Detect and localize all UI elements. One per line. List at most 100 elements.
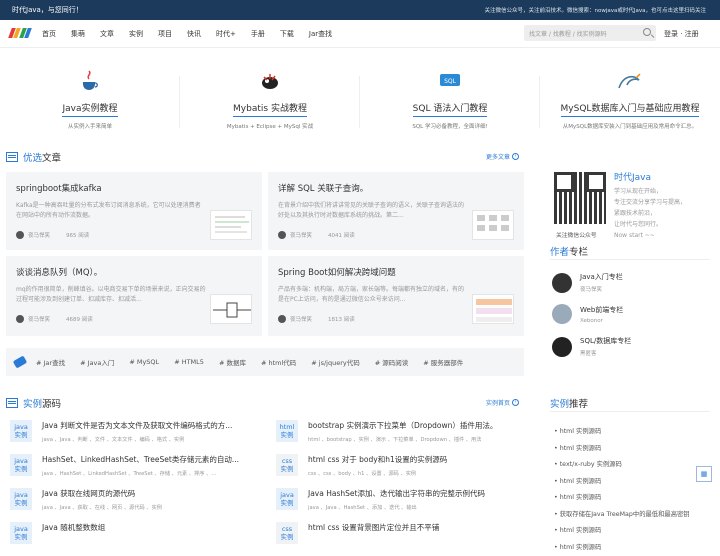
article-title[interactable]: Spring Boot如何解决跨域问题 — [278, 266, 514, 278]
column-name[interactable]: SQL/数据库专栏 — [580, 336, 631, 346]
author-column-item[interactable]: Java入门专栏夜马悍笑 — [552, 272, 623, 293]
login-register-link[interactable]: 登录 · 注册 — [664, 29, 699, 39]
tag-link[interactable]: # HTML5 — [174, 358, 204, 366]
article-card[interactable]: 详解 SQL 关联子查询。 在背景介绍中我们将讲讲常见的关联子查询的语义，关联子… — [268, 172, 524, 250]
avatar — [552, 273, 572, 293]
tag-link[interactable]: # Java入门 — [80, 357, 114, 367]
source-title[interactable]: html css 对于 body和h1设置的实例源码 — [308, 454, 447, 465]
wechat-notice[interactable]: 关注微信公众号，关注前沿技术。微信搜索：nowjava或时代Java，也可点击这… — [485, 6, 707, 14]
tag-link[interactable]: # js/jquery代码 — [311, 357, 359, 367]
nav-news[interactable]: 快讯 — [187, 29, 201, 39]
avatar — [552, 337, 572, 357]
nav-articles[interactable]: 文章 — [100, 29, 114, 39]
source-title[interactable]: HashSet、LinkedHashSet、TreeSet类存储元素的自动... — [42, 454, 239, 465]
source-item[interactable]: java实例Java HashSet添加、迭代输出字符串的完整示例代码java … — [276, 488, 485, 511]
source-heading: 实例源码 — [6, 396, 61, 410]
article-title[interactable]: 详解 SQL 关联子查询。 — [278, 182, 514, 194]
recommend-item[interactable]: • text/x-ruby 实例源码 — [554, 457, 690, 474]
source-tags: java 、Java 、判断 、文件 、文本文件 、编码 、格式 、实例 — [42, 436, 232, 443]
recommend-item[interactable]: • 获取存储在Java TreeMap中的最低和最高密钥 — [554, 507, 690, 524]
tag-link[interactable]: # 源码阅读 — [375, 357, 409, 367]
heading-rest: 文章 — [42, 150, 61, 164]
article-desc: 产品有多端：机构端，局方端，家长端等。每端都有独立的域名，有的是在PC上访问，有… — [278, 285, 468, 307]
recommend-heading: 实例推荐 — [550, 396, 588, 410]
nav-examples[interactable]: 实例 — [129, 29, 143, 39]
author-name[interactable]: 夜马悍笑 — [290, 315, 312, 323]
author-column-item[interactable]: SQL/数据库专栏黑匿客 — [552, 336, 631, 357]
nav-home[interactable]: 首页 — [42, 29, 56, 39]
feature-mysql[interactable]: MySQL数据库入门与基础应用教程 从MySQL数据库安装入门到基础应用及常用命… — [540, 48, 720, 136]
heading-accent: 实例 — [23, 396, 42, 410]
source-title[interactable]: html css 设置背景图片定位并且不平铺 — [308, 522, 439, 533]
source-item[interactable]: java实例Java 判断文件是否为文本文件及获取文件编码格式的方...java… — [10, 420, 232, 443]
heading-accent: 实例 — [550, 396, 569, 410]
nav-manual[interactable]: 手册 — [251, 29, 265, 39]
tag-link[interactable]: # 服务器部件 — [423, 357, 463, 367]
article-card[interactable]: 谈谈消息队列（MQ）。 mq的作用很简单，削峰填谷。以电商交易下单的场景来说，正… — [6, 256, 262, 336]
brand-block: 时代Java 学习从现在开始， 专注交流分享学习与提高， 紧跟技术前沿， 让时代… — [614, 170, 686, 241]
source-item[interactable]: java实例Java 获取在线网页的源代码java 、Java 、获取 、在线 … — [10, 488, 162, 511]
source-section-icon — [6, 398, 18, 408]
source-item[interactable]: java实例HashSet、LinkedHashSet、TreeSet类存储元素… — [10, 454, 239, 477]
nav-projects[interactable]: 项目 — [158, 29, 172, 39]
brand-title: 时代Java — [614, 170, 686, 183]
brand-line: 专注交流分享学习与提高， — [614, 197, 686, 208]
source-title[interactable]: Java 获取在线网页的源代码 — [42, 488, 162, 499]
article-title[interactable]: 谈谈消息队列（MQ）。 — [16, 266, 252, 278]
recommend-item[interactable]: • html 实例源码 — [554, 474, 690, 491]
nav-download[interactable]: 下载 — [280, 29, 294, 39]
author-column-item[interactable]: Web前端专栏Xebonor — [552, 304, 623, 324]
tag-link[interactable]: # MySQL — [129, 358, 159, 366]
column-name[interactable]: Java入门专栏 — [580, 272, 623, 282]
tag-link[interactable]: # html代码 — [261, 357, 296, 367]
search-input[interactable]: 找文章 / 找教程 / 找实例源码 — [524, 25, 656, 41]
source-item[interactable]: html实例bootstrap 实例演示下拉菜单（Dropdown）插件用法。h… — [276, 420, 497, 443]
feature-title[interactable]: MySQL数据库入门与基础应用教程 — [561, 101, 700, 117]
source-item[interactable]: css实例html css 设置背景图片定位并且不平铺 — [276, 522, 439, 544]
nav-shidai-plus[interactable]: 时代+ — [216, 29, 236, 39]
feature-title[interactable]: Mybatis 实战教程 — [233, 101, 307, 117]
lang-badge: css实例 — [276, 454, 298, 476]
source-item[interactable]: java实例Java 随机整数数组 — [10, 522, 105, 544]
feature-title[interactable]: SQL 语法入门教程 — [413, 101, 488, 117]
source-title[interactable]: bootstrap 实例演示下拉菜单（Dropdown）插件用法。 — [308, 420, 497, 431]
tag-link[interactable]: # 数据库 — [219, 357, 246, 367]
recommend-item[interactable]: • html 实例源码 — [554, 441, 690, 458]
column-name[interactable]: Web前端专栏 — [580, 305, 623, 315]
source-title[interactable]: Java 判断文件是否为文本文件及获取文件编码格式的方... — [42, 420, 232, 431]
source-tags: css 、css 、body 、h1 、设置 、源码 、实例 — [308, 470, 447, 477]
examples-home-link[interactable]: 实例首页› — [486, 398, 519, 407]
welcome-text: 时代Java，与您同行！ — [12, 5, 83, 15]
source-item[interactable]: css实例 html css 对于 body和h1设置的实例源码 css 、css … — [276, 454, 447, 477]
recommend-list: • html 实例源码 • html 实例源码 • text/x-ruby 实例… — [554, 424, 690, 556]
search-icon[interactable] — [643, 28, 651, 36]
recommend-item[interactable]: • html 实例源码 — [554, 540, 690, 556]
arrow-right-icon: › — [512, 399, 519, 406]
nav-jimeng[interactable]: 集萌 — [71, 29, 85, 39]
tag-link[interactable]: # Jar查找 — [36, 357, 65, 367]
article-desc: mq的作用很简单，削峰填谷。以电商交易下单的场景来说，正向交易的过程可能涉及到创… — [16, 285, 206, 307]
recommend-item[interactable]: • html 实例源码 — [554, 523, 690, 540]
recommend-item[interactable]: • html 实例源码 — [554, 424, 690, 441]
recommend-item[interactable]: • html 实例源码 — [554, 490, 690, 507]
site-logo-icon[interactable] — [10, 28, 30, 40]
qr-float-icon[interactable]: ▦ — [696, 466, 712, 482]
source-title[interactable]: Java 随机整数数组 — [42, 522, 105, 533]
author-name[interactable]: 夜马悍笑 — [28, 231, 50, 239]
nav-jar-search[interactable]: Jar查找 — [309, 29, 332, 39]
author-name[interactable]: 夜马悍笑 — [28, 315, 50, 323]
column-author: 夜马悍笑 — [580, 285, 623, 293]
wechat-qr-code — [554, 172, 606, 224]
author-name[interactable]: 夜马悍笑 — [290, 231, 312, 239]
feature-java[interactable]: Java实例教程 从实例入手来简单 — [0, 48, 180, 136]
source-title[interactable]: Java HashSet添加、迭代输出字符串的完整示例代码 — [308, 488, 485, 499]
article-card[interactable]: Spring Boot如何解决跨域问题 产品有多端：机构端，局方端，家长端等。每… — [268, 256, 524, 336]
feature-title[interactable]: Java实例教程 — [62, 101, 117, 117]
feature-mybatis[interactable]: Mybatis 实战教程 Mybatis + Eclipse + MySql 实… — [180, 48, 360, 136]
feature-sql[interactable]: SQL SQL 语法入门教程 SQL 学习必备教程，全面详细! — [360, 48, 540, 136]
article-thumbnail — [472, 210, 514, 240]
more-articles-link[interactable]: 更多文章› — [486, 152, 519, 161]
article-title[interactable]: springboot集成kafka — [16, 182, 252, 194]
article-thumbnail — [210, 210, 252, 240]
article-card[interactable]: springboot集成kafka Kafka是一种高吞吐量的分布式发布订阅消息… — [6, 172, 262, 250]
